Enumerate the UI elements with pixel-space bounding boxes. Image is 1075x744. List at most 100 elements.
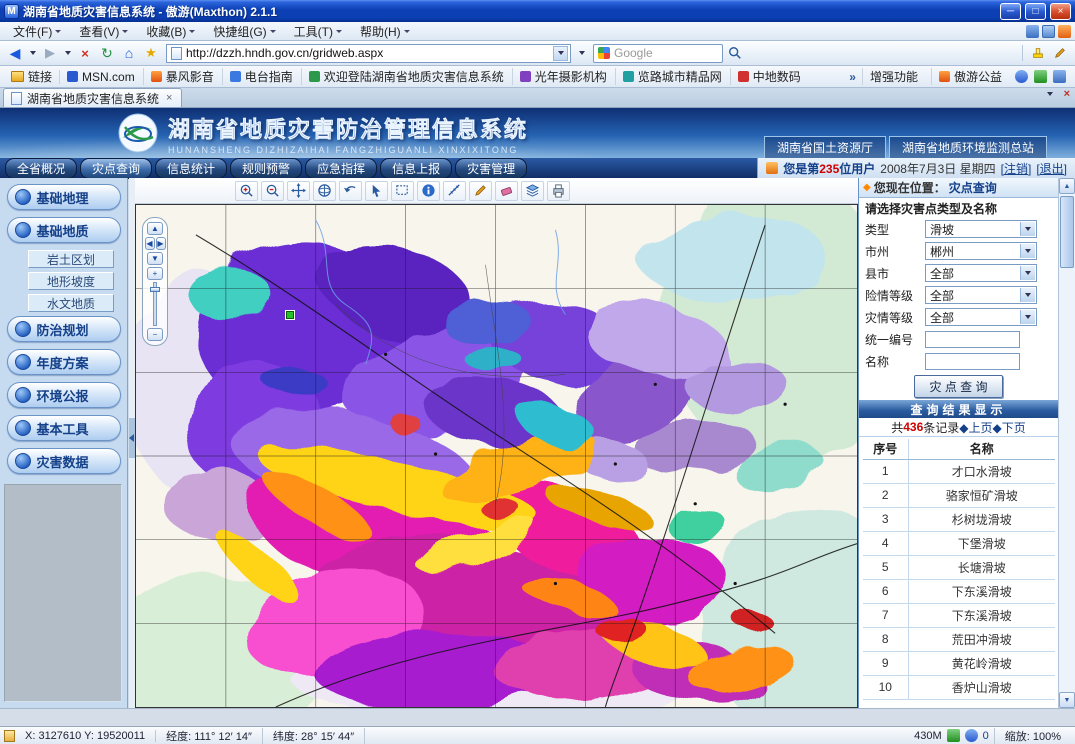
nav-tab-emergency[interactable]: 应急指挥 <box>305 158 377 179</box>
nav-tab-management[interactable]: 灾害管理 <box>455 158 527 179</box>
code-input[interactable] <box>925 331 1020 348</box>
zoom-slider[interactable] <box>153 282 157 326</box>
disaster-level-select[interactable]: 全部 <box>925 308 1037 326</box>
forward-button[interactable]: ▶ <box>40 43 60 63</box>
go-dropdown[interactable] <box>576 43 587 63</box>
zoom-level[interactable]: 缩放: 100% <box>994 728 1071 744</box>
minimize-button[interactable]: ─ <box>1000 3 1021 20</box>
table-row[interactable]: 1才口水滑坡 <box>863 459 1055 483</box>
tab-close-icon[interactable]: × <box>164 92 174 104</box>
select-arrow-button[interactable] <box>1020 266 1035 280</box>
select-arrow-button[interactable] <box>1020 288 1035 302</box>
filter-icon[interactable] <box>1034 70 1047 83</box>
stop-button[interactable]: × <box>75 43 95 63</box>
link-city[interactable]: 览路城市精品网 <box>615 68 729 85</box>
measure-icon[interactable] <box>443 181 466 201</box>
table-row[interactable]: 8荒田冲滑坡 <box>863 627 1055 651</box>
link-baofeng[interactable]: 暴风影音 <box>143 68 221 85</box>
table-row[interactable]: 5长塘滑坡 <box>863 555 1055 579</box>
search-box[interactable]: Google <box>593 44 723 63</box>
nav-tab-report[interactable]: 信息上报 <box>380 158 452 179</box>
select-rect-icon[interactable] <box>391 181 414 201</box>
layout-icon[interactable] <box>1026 25 1039 38</box>
logout-link[interactable]: [注销] <box>1001 160 1032 177</box>
more-links-chevron[interactable]: » <box>849 70 856 84</box>
table-row[interactable]: 7下东溪滑坡 <box>863 603 1055 627</box>
menu-view[interactable]: 查看(V) <box>70 23 137 40</box>
proxy-icon[interactable] <box>1015 70 1028 83</box>
layers-icon[interactable] <box>521 181 544 201</box>
maximize-button[interactable]: □ <box>1025 3 1046 20</box>
back-button[interactable]: ◀ <box>5 43 25 63</box>
forward-dropdown[interactable] <box>62 43 73 63</box>
link-radio[interactable]: 电台指南 <box>222 68 300 85</box>
scroll-down-icon[interactable]: ▼ <box>1059 692 1075 708</box>
sidebar-item-basic-geology[interactable]: 基础地质 <box>7 217 121 243</box>
print-icon[interactable] <box>547 181 570 201</box>
link-hunan-system[interactable]: 欢迎登陆湖南省地质灾害信息系统 <box>301 68 511 85</box>
scroll-thumb[interactable] <box>1060 196 1074 268</box>
link-zhongdi[interactable]: 中地数码 <box>730 68 808 85</box>
browser-tab[interactable]: 湖南省地质灾害信息系统 × <box>3 88 182 107</box>
nav-tab-disaster-query[interactable]: 灾点查询 <box>80 158 152 179</box>
full-extent-icon[interactable] <box>313 181 336 201</box>
vertical-scrollbar[interactable]: ▲ ▼ <box>1058 178 1075 708</box>
link-charity[interactable]: 傲游公益 <box>931 68 1009 85</box>
name-input[interactable] <box>925 353 1020 370</box>
sidebar-item-environment-bulletin[interactable]: 环境公报 <box>7 382 121 408</box>
menu-tools[interactable]: 工具(T) <box>285 23 351 40</box>
previous-view-icon[interactable] <box>339 181 362 201</box>
menu-file[interactable]: 文件(F) <box>4 23 70 40</box>
city-select[interactable]: 郴州 <box>925 242 1037 260</box>
sidebar-item-disaster-data[interactable]: 灾害数据 <box>7 448 121 474</box>
highlight-button[interactable] <box>1028 43 1048 63</box>
query-button[interactable]: 灾 点 查 询 <box>914 375 1002 398</box>
link-msn[interactable]: MSN.com <box>59 70 142 84</box>
tabbar-close-button[interactable]: × <box>1062 88 1072 100</box>
menu-help[interactable]: 帮助(H) <box>351 23 419 40</box>
sidebar-subitem-rock-zoning[interactable]: 岩土区划 <box>28 250 114 268</box>
type-select[interactable]: 滑坡 <box>925 220 1037 238</box>
draw-icon[interactable] <box>469 181 492 201</box>
shield-icon[interactable] <box>947 729 960 742</box>
alert-icon[interactable] <box>965 729 978 742</box>
plugin-icon[interactable] <box>1053 70 1066 83</box>
sidebar-item-prevention-planning[interactable]: 防治规划 <box>7 316 121 342</box>
search-button[interactable] <box>725 43 745 63</box>
map-marker[interactable] <box>286 311 294 319</box>
home-button[interactable]: ⌂ <box>119 43 139 63</box>
banner-link-land-resources[interactable]: 湖南省国土资源厅 <box>764 136 886 158</box>
select-arrow-button[interactable] <box>1020 310 1035 324</box>
table-row[interactable]: 10香炉山滑坡 <box>863 675 1055 699</box>
close-button[interactable]: × <box>1050 3 1071 20</box>
prev-page-link[interactable]: ◆上页 <box>959 419 992 436</box>
zoom-minus-icon[interactable]: − <box>147 328 163 341</box>
link-plugins[interactable]: 增强功能 <box>862 68 925 85</box>
map-canvas[interactable]: ▲ ◀▶ ▼ + − <box>135 204 858 708</box>
address-dropdown[interactable] <box>553 46 568 61</box>
sidebar-subitem-terrain-slope[interactable]: 地形坡度 <box>28 272 114 290</box>
table-row[interactable]: 2骆家恒矿滑坡 <box>863 483 1055 507</box>
edit-button[interactable] <box>1050 43 1070 63</box>
pan-up-icon[interactable]: ▲ <box>147 222 163 235</box>
sidebar-item-basic-tools[interactable]: 基本工具 <box>7 415 121 441</box>
county-select[interactable]: 全部 <box>925 264 1037 282</box>
table-row[interactable]: 4下堡滑坡 <box>863 531 1055 555</box>
sidebar-item-annual-plan[interactable]: 年度方案 <box>7 349 121 375</box>
zoom-in-icon[interactable] <box>235 181 258 201</box>
table-row[interactable]: 6下东溪滑坡 <box>863 579 1055 603</box>
identify-icon[interactable] <box>417 181 440 201</box>
nav-tab-warning[interactable]: 规则预警 <box>230 158 302 179</box>
zoom-slider-thumb[interactable] <box>150 287 160 292</box>
links-label[interactable]: 链接 <box>5 68 58 85</box>
sidebar-item-basic-geography[interactable]: 基础地理 <box>7 184 121 210</box>
zoom-out-icon[interactable] <box>261 181 284 201</box>
zoom-plus-icon[interactable]: + <box>147 267 163 280</box>
favorites-button[interactable]: ★ <box>141 43 161 63</box>
table-row[interactable]: 3杉树垅滑坡 <box>863 507 1055 531</box>
menu-groups[interactable]: 快捷组(G) <box>204 23 284 40</box>
scroll-up-icon[interactable]: ▲ <box>1059 178 1075 194</box>
danger-level-select[interactable]: 全部 <box>925 286 1037 304</box>
skin-icon[interactable] <box>1042 25 1055 38</box>
refresh-button[interactable]: ↻ <box>97 43 117 63</box>
